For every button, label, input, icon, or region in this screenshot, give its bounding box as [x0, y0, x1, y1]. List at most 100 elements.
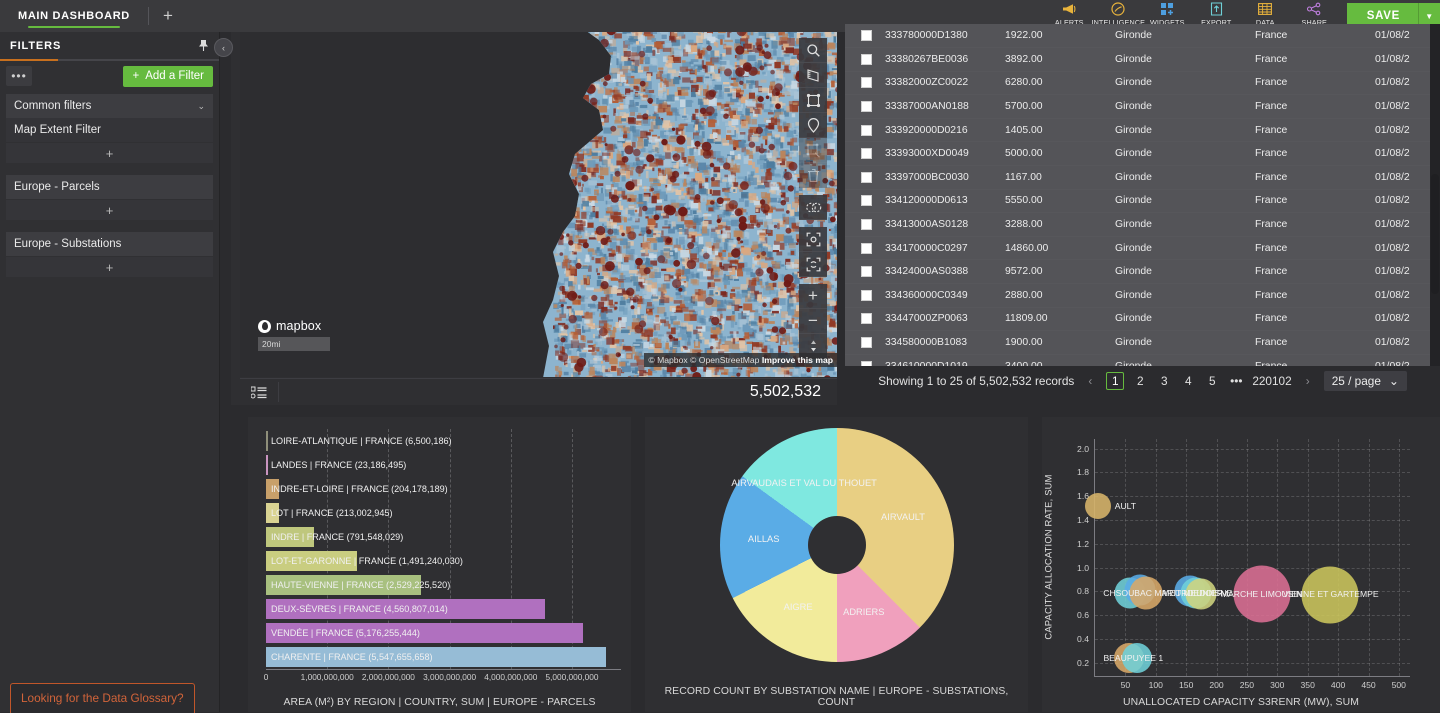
table-vertical-scrollbar[interactable]	[1430, 24, 1440, 366]
share-button[interactable]: SHARE	[1290, 0, 1339, 27]
delete-trash-icon[interactable]	[799, 163, 827, 188]
row-checkbox-cell[interactable]	[845, 71, 881, 95]
bar-row[interactable]: LANDES | FRANCE (23,186,495)	[266, 455, 621, 475]
row-checkbox-cell[interactable]	[845, 118, 881, 142]
table-row[interactable]: 334360000C03492880.00GirondeFrance01/08/…	[845, 284, 1440, 308]
zoom-out-icon[interactable]: −	[799, 309, 827, 334]
chevron-down-icon[interactable]: ⌄	[197, 101, 205, 112]
bar-row[interactable]: LOT-ET-GARONNE | FRANCE (1,491,240,030)	[266, 551, 621, 571]
add-filter-parcels[interactable]: +	[6, 200, 213, 220]
row-checkbox[interactable]	[861, 101, 872, 112]
row-checkbox-cell[interactable]	[845, 24, 881, 48]
export-button[interactable]: EXPORT	[1192, 0, 1241, 27]
table-row[interactable]: 33387000AN01885700.00GirondeFrance01/08/…	[845, 95, 1440, 119]
tab-main-dashboard[interactable]: MAIN DASHBOARD	[0, 0, 148, 32]
filters-more-button[interactable]: •••	[6, 66, 32, 86]
row-checkbox-cell[interactable]	[845, 284, 881, 308]
bar[interactable]	[266, 455, 268, 475]
row-checkbox[interactable]	[861, 313, 872, 324]
map-canvas[interactable]: + − mapbox 20mi © Mapbox © OpenStreetMap…	[240, 32, 837, 377]
filter-group-header-parcels[interactable]: Europe - Parcels	[6, 175, 213, 199]
draw-polygon-icon[interactable]	[799, 88, 827, 113]
scatter-plot[interactable]: 0.20.40.60.81.01.21.41.61.82.05010015020…	[1094, 439, 1410, 677]
bar-row[interactable]: HAUTE-VIENNE | FRANCE (2,529,225,520)	[266, 575, 621, 595]
table-row[interactable]: 33413000AS01283288.00GirondeFrance01/08/…	[845, 213, 1440, 237]
pin-icon[interactable]	[198, 39, 209, 52]
bar-row[interactable]: VENDÉE | FRANCE (5,176,255,444)	[266, 623, 621, 643]
row-checkbox[interactable]	[861, 172, 872, 183]
filter-group-header-common[interactable]: Common filters ⌄	[6, 94, 213, 118]
table-row[interactable]: 33447000ZP006311809.00GirondeFrance01/08…	[845, 307, 1440, 331]
row-checkbox[interactable]	[861, 195, 872, 206]
table-row[interactable]: 33382000ZC00226280.00GirondeFrance01/08/…	[845, 71, 1440, 95]
bar-row[interactable]: LOT | FRANCE (213,002,945)	[266, 503, 621, 523]
merge-shapes-icon[interactable]	[799, 195, 827, 220]
bar-row[interactable]: INDRE | FRANCE (791,548,029)	[266, 527, 621, 547]
table-row[interactable]: 333920000D02161405.00GirondeFrance01/08/…	[845, 118, 1440, 142]
page-button-5[interactable]: 5	[1204, 374, 1220, 388]
row-checkbox-cell[interactable]	[845, 189, 881, 213]
row-checkbox-cell[interactable]	[845, 354, 881, 366]
bar-row[interactable]: LOIRE-ATLANTIQUE | FRANCE (6,500,186)	[266, 431, 621, 451]
row-checkbox-cell[interactable]	[845, 95, 881, 119]
filter-group-header-substations[interactable]: Europe - Substations	[6, 232, 213, 256]
improve-map-link[interactable]: Improve this map	[762, 355, 833, 365]
row-checkbox[interactable]	[861, 290, 872, 301]
legend-icon[interactable]	[240, 386, 278, 399]
row-checkbox[interactable]	[861, 337, 872, 348]
add-filter-substations[interactable]: +	[6, 257, 213, 277]
row-checkbox-cell[interactable]	[845, 166, 881, 190]
add-tab-button[interactable]: +	[149, 0, 187, 32]
next-page-button[interactable]: ›	[1300, 374, 1316, 388]
save-button[interactable]: SAVE	[1347, 10, 1418, 22]
page-ellipsis[interactable]: •••	[1228, 374, 1244, 388]
row-checkbox[interactable]	[861, 266, 872, 277]
row-checkbox-cell[interactable]	[845, 142, 881, 166]
scan-area-icon[interactable]	[799, 252, 827, 277]
fit-bounds-icon[interactable]	[799, 227, 827, 252]
per-page-select[interactable]: 25 / page ⌄	[1324, 371, 1407, 391]
collapse-filters-button[interactable]: ‹	[214, 38, 233, 57]
table-row[interactable]: 334580000B10831900.00GirondeFrance01/08/…	[845, 331, 1440, 355]
table-row[interactable]: 334610000D10193400.00GirondeFrance01/08/…	[845, 354, 1440, 366]
row-checkbox[interactable]	[861, 243, 872, 254]
data-glossary-toast[interactable]: Looking for the Data Glossary?	[10, 683, 195, 713]
page-button-2[interactable]: 2	[1132, 374, 1148, 388]
add-filter-common[interactable]: +	[6, 143, 213, 163]
row-checkbox-cell[interactable]	[845, 307, 881, 331]
row-checkbox[interactable]	[861, 148, 872, 159]
row-checkbox-cell[interactable]	[845, 260, 881, 284]
scatter-bubble[interactable]	[1085, 493, 1111, 519]
zoom-in-icon[interactable]: +	[799, 284, 827, 309]
measure-ruler-icon[interactable]	[799, 63, 827, 88]
page-button-last[interactable]: 220102	[1252, 374, 1291, 388]
search-icon[interactable]	[799, 38, 827, 63]
row-checkbox-cell[interactable]	[845, 331, 881, 355]
table-row[interactable]: 333780000D13801922.00GirondeFrance01/08/…	[845, 24, 1440, 48]
page-button-4[interactable]: 4	[1180, 374, 1196, 388]
table-row[interactable]: 334170000C029714860.00GirondeFrance01/08…	[845, 236, 1440, 260]
page-button-3[interactable]: 3	[1156, 374, 1172, 388]
add-filter-button[interactable]: + Add a Filter	[123, 66, 213, 87]
data-button[interactable]: DATA	[1241, 0, 1290, 27]
data-table-scroll[interactable]: 333780000D13801922.00GirondeFrance01/08/…	[845, 24, 1440, 366]
prev-page-button[interactable]: ‹	[1082, 374, 1098, 388]
table-row[interactable]: 33380267BE00363892.00GirondeFrance01/08/…	[845, 48, 1440, 72]
row-checkbox-cell[interactable]	[845, 213, 881, 237]
bar-row[interactable]: DEUX-SÈVRES | FRANCE (4,560,807,014)	[266, 599, 621, 619]
table-scroll-thumb[interactable]	[1431, 174, 1439, 294]
row-checkbox[interactable]	[861, 219, 872, 230]
row-checkbox[interactable]	[861, 77, 872, 88]
table-row[interactable]: 33393000XD00495000.00GirondeFrance01/08/…	[845, 142, 1440, 166]
mapbox-logo[interactable]: mapbox	[258, 319, 321, 333]
row-checkbox[interactable]	[861, 54, 872, 65]
table-row[interactable]: 33397000BC00301167.00GirondeFrance01/08/…	[845, 166, 1440, 190]
bar[interactable]	[266, 431, 268, 451]
bar-row[interactable]: INDRE-ET-LOIRE | FRANCE (204,178,189)	[266, 479, 621, 499]
table-row[interactable]: 33424000AS03889572.00GirondeFrance01/08/…	[845, 260, 1440, 284]
row-checkbox-cell[interactable]	[845, 48, 881, 72]
alerts-button[interactable]: ALERTS	[1045, 0, 1094, 27]
intelligence-button[interactable]: INTELLIGENCE	[1094, 0, 1143, 27]
filter-item-map-extent[interactable]: Map Extent Filter	[6, 118, 213, 142]
row-checkbox[interactable]	[861, 125, 872, 136]
